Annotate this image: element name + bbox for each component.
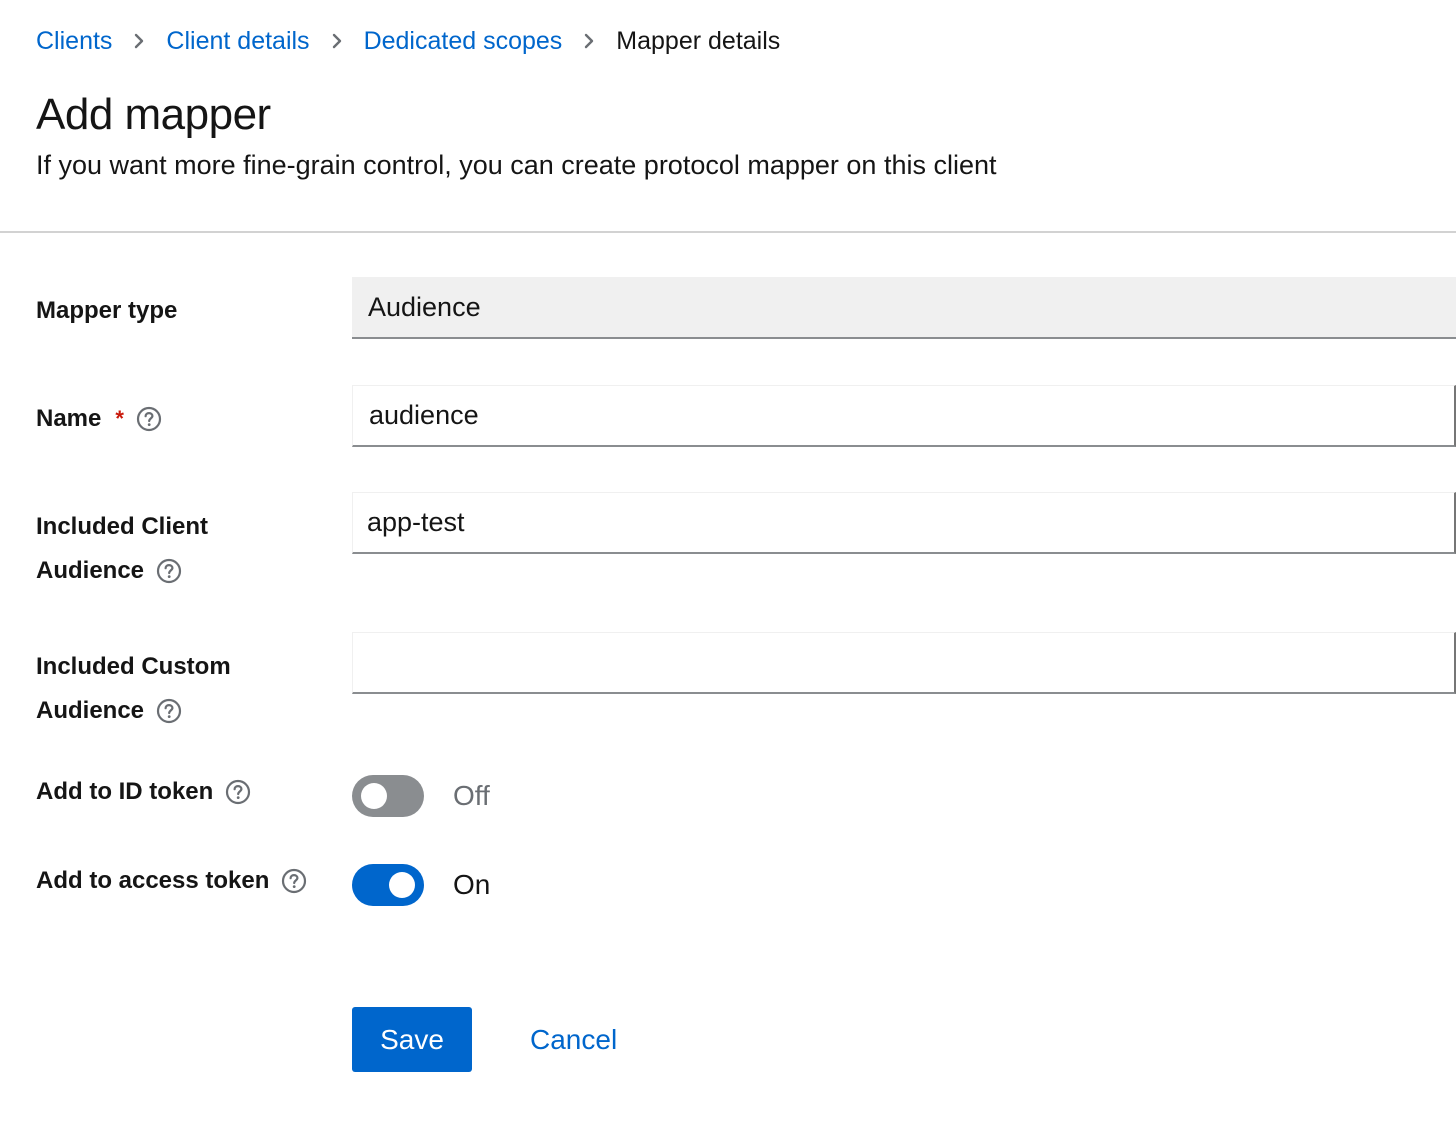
add-to-id-token-state: Off	[453, 780, 490, 811]
breadcrumb-mapper-details: Mapper details	[616, 26, 781, 55]
header-divider	[0, 231, 1456, 233]
question-circle-icon[interactable]	[136, 406, 162, 432]
save-button[interactable]: Save	[352, 1007, 472, 1072]
cancel-button[interactable]: Cancel	[512, 1007, 635, 1072]
name-label: Name *	[36, 396, 162, 440]
page-title: Add mapper	[36, 90, 271, 139]
included-custom-audience-input[interactable]	[352, 632, 1456, 694]
breadcrumb: Clients Client details Dedicated scopes …	[36, 24, 780, 58]
toggle-knob	[361, 783, 387, 809]
question-circle-icon[interactable]	[281, 868, 307, 894]
question-circle-icon[interactable]	[225, 779, 251, 805]
name-input[interactable]	[352, 385, 1456, 447]
add-to-access-token-toggle[interactable]	[352, 864, 424, 906]
add-mapper-page: Clients Client details Dedicated scopes …	[0, 0, 1456, 1142]
breadcrumb-client-details[interactable]: Client details	[166, 27, 309, 56]
page-description: If you want more fine-grain control, you…	[36, 150, 997, 180]
breadcrumb-dedicated-scopes[interactable]: Dedicated scopes	[364, 27, 563, 56]
required-indicator: *	[115, 406, 124, 432]
chevron-right-icon	[112, 33, 166, 49]
question-circle-icon[interactable]	[156, 558, 182, 584]
add-to-id-token-label: Add to ID token	[36, 769, 251, 813]
question-circle-icon[interactable]	[156, 698, 182, 724]
chevron-right-icon	[310, 33, 364, 49]
included-client-audience-input[interactable]	[352, 492, 1456, 554]
mapper-type-label: Mapper type	[36, 297, 178, 325]
mapper-type-field: Audience	[352, 277, 1456, 339]
add-to-access-token-state: On	[453, 869, 491, 900]
included-custom-audience-label: Included Custom Audience	[36, 653, 231, 725]
chevron-right-icon	[562, 33, 616, 49]
breadcrumb-clients[interactable]: Clients	[36, 27, 112, 56]
toggle-knob	[389, 872, 415, 898]
add-to-id-token-toggle[interactable]	[352, 775, 424, 817]
add-to-access-token-label: Add to access token	[36, 858, 307, 902]
included-client-audience-label: Included Client Audience	[36, 513, 209, 585]
